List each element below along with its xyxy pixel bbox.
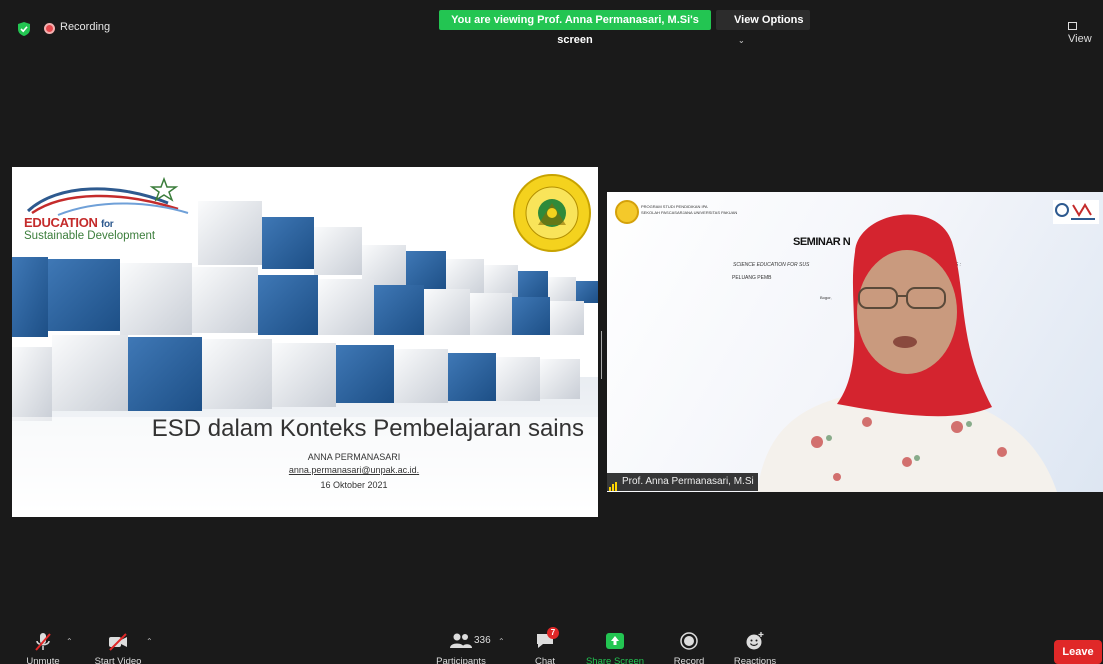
security-shield-icon[interactable]	[18, 22, 30, 36]
record-icon	[680, 632, 698, 650]
shared-screen-slide: EDUCATION for Sustainable Development ES…	[12, 167, 598, 517]
reactions-smiley-icon	[746, 632, 764, 650]
reactions-label: Reactions	[733, 656, 777, 664]
participants-button[interactable]: Participants	[436, 632, 486, 664]
record-label: Record	[673, 656, 705, 664]
audio-options-caret-icon[interactable]: ⌃	[66, 637, 73, 646]
reactions-button[interactable]: Reactions	[734, 632, 776, 664]
view-options-button[interactable]: View Options ⌄	[716, 10, 810, 45]
participant-name: Prof. Anna Permanasari, M.Si	[622, 476, 754, 487]
slide-date: 16 Oktober 2021	[320, 480, 388, 490]
share-screen-label: Share Screen	[585, 656, 645, 664]
slide-author: ANNA PERMANASARI	[307, 452, 401, 462]
split-view-divider-handle[interactable]	[601, 331, 605, 379]
chat-label: Chat	[534, 656, 556, 664]
slide-email-address: anna.permanasari@unpak.ac.id	[288, 465, 417, 475]
view-button[interactable]: View	[1068, 21, 1103, 45]
chat-unread-badge: 7	[547, 627, 559, 639]
view-options-label: View Options	[734, 14, 804, 26]
participant-name-tag: Prof. Anna Permanasari, M.Si	[607, 473, 758, 491]
grid-icon	[1068, 22, 1077, 30]
view-label: View	[1068, 33, 1092, 45]
share-screen-button[interactable]: Share Screen	[586, 632, 644, 664]
chat-button[interactable]: 7 Chat	[535, 627, 559, 664]
share-screen-icon	[606, 633, 624, 649]
speaker-person-image	[757, 214, 1057, 492]
education-sustainable-development-logo: EDUCATION for Sustainable Development	[18, 177, 194, 242]
video-options-caret-icon[interactable]: ⌃	[146, 637, 153, 646]
logo-education-text: EDUCATION	[24, 215, 98, 230]
start-video-label: Start Video	[94, 656, 142, 664]
leave-meeting-button[interactable]: Leave	[1054, 640, 1102, 664]
video-camera-off-icon	[109, 633, 127, 651]
logo-for-text: for	[100, 219, 114, 230]
recording-icon	[44, 23, 55, 34]
participants-label: Participants	[436, 656, 486, 664]
chevron-down-icon: ⌄	[738, 36, 745, 45]
audio-level-icon	[609, 473, 619, 491]
start-video-button[interactable]: Start Video	[95, 632, 141, 664]
logo-sustainable-text: Sustainable Development	[24, 230, 156, 242]
speaker-video-tile[interactable]: PROGRAM STUDI PENDIDIKAN IPA SEKOLAH PAS…	[607, 192, 1103, 492]
participants-count: 336	[474, 635, 491, 646]
microphone-muted-icon	[35, 633, 51, 651]
participants-icon	[450, 633, 472, 648]
slide-email-suffix: .	[416, 465, 420, 475]
record-button[interactable]: Record	[674, 632, 704, 664]
university-seal-logo	[513, 174, 591, 252]
unmute-label: Unmute	[26, 656, 60, 664]
viewing-screen-banner: You are viewing Prof. Anna Permanasari, …	[439, 10, 711, 46]
recording-label: Recording	[60, 21, 111, 33]
meeting-toolbar: Unmute ⌃ Start Video ⌃ Participants 336 …	[0, 614, 1103, 664]
participants-options-caret-icon[interactable]: ⌃	[498, 637, 505, 646]
slide-title: ESD dalam Konteks Pembelajaran sains	[151, 415, 584, 442]
unmute-button[interactable]: Unmute	[26, 632, 60, 664]
slide-email: anna.permanasari@unpak.ac.id.	[274, 465, 434, 475]
